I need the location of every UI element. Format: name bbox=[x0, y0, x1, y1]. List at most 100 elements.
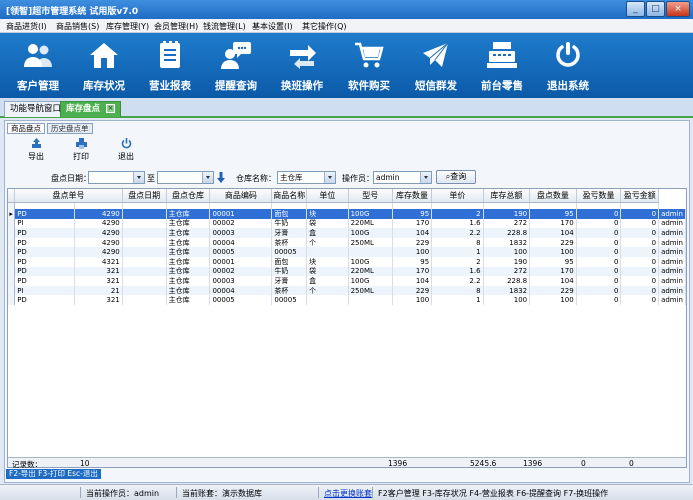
col-header[interactable]: 库存数量 bbox=[392, 189, 433, 203]
col-header[interactable]: 盘点仓库 bbox=[166, 189, 211, 203]
row-indicator bbox=[8, 285, 16, 296]
menu-inventory[interactable]: 库存管理(Y) bbox=[106, 21, 149, 32]
table-row[interactable]: PD 321 主仓库 00002 牛奶袋 220ML 170 1.6 272 170 0 0 admin bbox=[8, 266, 686, 277]
report-icon bbox=[160, 41, 180, 68]
col-header[interactable]: 盘点日期 bbox=[122, 189, 167, 203]
table-cell: 190 bbox=[483, 256, 531, 267]
col-header[interactable]: 型号 bbox=[348, 189, 393, 203]
table-cell: 1.6 bbox=[431, 266, 484, 277]
chevron-down-icon[interactable] bbox=[324, 172, 335, 183]
col-header[interactable]: 商品名称 bbox=[271, 189, 308, 203]
date-to-picker[interactable] bbox=[157, 171, 214, 184]
table-cell: 170 bbox=[392, 218, 433, 229]
table-row[interactable]: ▸ PD 4290 主仓库 00001 面包块 100G 95 2 190 95 0 0 admin bbox=[8, 209, 686, 219]
table-cell: 1832 bbox=[483, 285, 531, 296]
col-header[interactable]: 单位 bbox=[306, 189, 349, 203]
col-header[interactable]: 盈亏金额 bbox=[620, 189, 660, 203]
minimize-button[interactable]: _ bbox=[626, 1, 645, 17]
table-cell: 00001 bbox=[209, 209, 273, 219]
toolbar-stock-button[interactable]: 库存状况 bbox=[72, 33, 136, 98]
table-cell: 8 bbox=[431, 285, 484, 296]
table-row[interactable]: PI 4290 主仓库 00002 牛奶袋 220ML 170 1.6 272 170 0 0 admi… bbox=[8, 218, 686, 229]
table-cell: 100 bbox=[483, 295, 531, 305]
maximize-button[interactable]: □ bbox=[646, 1, 665, 17]
tab-close-icon[interactable]: × bbox=[106, 104, 116, 113]
table-row[interactable]: PD 4290 主仓库 00004 茶杯个 250ML 229 8 1832 229 0 0 admin bbox=[8, 237, 686, 248]
chevron-down-icon[interactable] bbox=[133, 172, 144, 183]
table-row[interactable]: PD 321 主仓库 00003 牙膏盒 100G 104 2.2 228.8 104 0 0 admi… bbox=[8, 276, 686, 286]
toolbar-shift-button[interactable]: 换班操作 bbox=[270, 33, 334, 98]
table-row[interactable]: PD 4290 主仓库 00005 00005 100 1 100 100 0 0 admin bbox=[8, 247, 686, 257]
menu-bar: 商品进货(I) 商品销售(S) 库存管理(Y) 会员管理(H) 钱流管理(L) … bbox=[0, 19, 693, 33]
table-cell: 0 bbox=[620, 266, 660, 277]
table-cell: 100 bbox=[483, 247, 531, 257]
chevron-down-icon[interactable] bbox=[202, 172, 213, 183]
table-cell: 0 bbox=[620, 228, 660, 238]
table-cell: 95 bbox=[392, 256, 433, 267]
table-cell: PD bbox=[14, 295, 76, 305]
operator-select[interactable]: admin bbox=[373, 171, 432, 184]
table-cell: 220ML bbox=[348, 218, 393, 229]
subtab-label: 历史盘点单 bbox=[51, 124, 89, 133]
menu-goods-sales[interactable]: 商品销售(S) bbox=[56, 21, 99, 32]
menu-goods-purchase[interactable]: 商品进货(I) bbox=[6, 21, 47, 32]
toolbar-report-button[interactable]: 营业报表 bbox=[138, 33, 202, 98]
toolbar-sms-button[interactable]: 短信群发 bbox=[404, 33, 468, 98]
row-indicator: ▸ bbox=[8, 209, 16, 219]
date-from-picker[interactable] bbox=[88, 171, 145, 184]
exit-button[interactable]: 退出 bbox=[106, 137, 146, 163]
toolbar-exit-button[interactable]: 退出系统 bbox=[536, 33, 600, 98]
switch-account-link[interactable]: 点击更换账套 bbox=[324, 488, 372, 499]
table-cell bbox=[122, 247, 167, 257]
table-cell: admin bbox=[658, 276, 686, 286]
subtab-history[interactable]: 历史盘点单 bbox=[47, 123, 93, 134]
table-cell: 229 bbox=[392, 285, 433, 296]
table-row[interactable]: PD 4321 主仓库 00001 面包块 100G 95 2 190 95 0 0 admin bbox=[8, 256, 686, 267]
table-cell: PD bbox=[14, 266, 76, 277]
toolbar-label: 库存状况 bbox=[83, 80, 125, 92]
menu-settings[interactable]: 基本设置(I) bbox=[252, 21, 293, 32]
table-cell: 个 bbox=[306, 237, 349, 248]
envelope-icon bbox=[423, 42, 449, 67]
close-button[interactable]: × bbox=[666, 1, 690, 17]
col-header[interactable]: 盘点数量 bbox=[529, 189, 577, 203]
table-cell: 2 bbox=[431, 256, 484, 267]
menu-cashflow[interactable]: 钱流管理(L) bbox=[203, 21, 246, 32]
toolbar-reminder-button[interactable]: 提醒查询 bbox=[204, 33, 268, 98]
table-row[interactable]: PD 4290 主仓库 00003 牙膏盒 100G 104 2.2 228.8 104 0 0 adm… bbox=[8, 228, 686, 238]
col-header[interactable]: 商品编码 bbox=[209, 189, 273, 203]
toolbar-customer-button[interactable]: 客户管理 bbox=[6, 33, 70, 98]
col-header[interactable]: 盘点单号 bbox=[14, 189, 123, 203]
table-cell: 95 bbox=[392, 209, 433, 219]
toolbar-retail-button[interactable]: 前台零售 bbox=[470, 33, 534, 98]
menu-member[interactable]: 会员管理(H) bbox=[154, 21, 198, 32]
table-cell: 4290 bbox=[74, 218, 123, 229]
table-cell: 228.8 bbox=[483, 276, 531, 286]
col-header[interactable]: 盈亏数量 bbox=[576, 189, 622, 203]
filter-row[interactable] bbox=[8, 202, 686, 209]
print-button[interactable]: 打印 bbox=[61, 137, 101, 163]
table-cell: 228.8 bbox=[483, 228, 531, 238]
toolbar-purchase-button[interactable]: 软件购买 bbox=[337, 33, 401, 98]
warehouse-select[interactable]: 主仓库 bbox=[277, 171, 336, 184]
table-row[interactable]: PI 21 主仓库 00004 茶杯个 250ML 229 8 1832 229 0 0 admin bbox=[8, 285, 686, 296]
search-button[interactable]: ⌕查询 bbox=[436, 170, 476, 184]
customer-icon bbox=[24, 44, 52, 67]
menu-other[interactable]: 其它操作(Q) bbox=[302, 21, 347, 32]
table-cell: 0 bbox=[576, 276, 622, 286]
table-cell: 0 bbox=[620, 285, 660, 296]
subtab-goods-check[interactable]: 商品盘点 bbox=[7, 123, 45, 134]
table-cell: 00001 bbox=[209, 256, 273, 267]
table-row[interactable]: PD 321 主仓库 00005 00005 100 1 100 100 0 0 admin bbox=[8, 295, 686, 305]
export-button[interactable]: 导出 bbox=[16, 137, 56, 163]
chevron-down-icon[interactable] bbox=[420, 172, 431, 183]
table-cell: 100G bbox=[348, 256, 393, 267]
col-header[interactable]: 单价 bbox=[431, 189, 484, 203]
tab-stock-check[interactable]: 库存盘点 × bbox=[60, 101, 122, 117]
table-cell: 2.2 bbox=[431, 276, 484, 286]
arrow-down-icon[interactable] bbox=[217, 172, 225, 183]
col-header[interactable]: 库存总额 bbox=[483, 189, 531, 203]
table-cell: 主仓库 bbox=[166, 285, 211, 296]
sum-diff-amount: 0 bbox=[629, 459, 634, 468]
tab-navigation[interactable]: 功能导航窗口 bbox=[4, 101, 68, 117]
